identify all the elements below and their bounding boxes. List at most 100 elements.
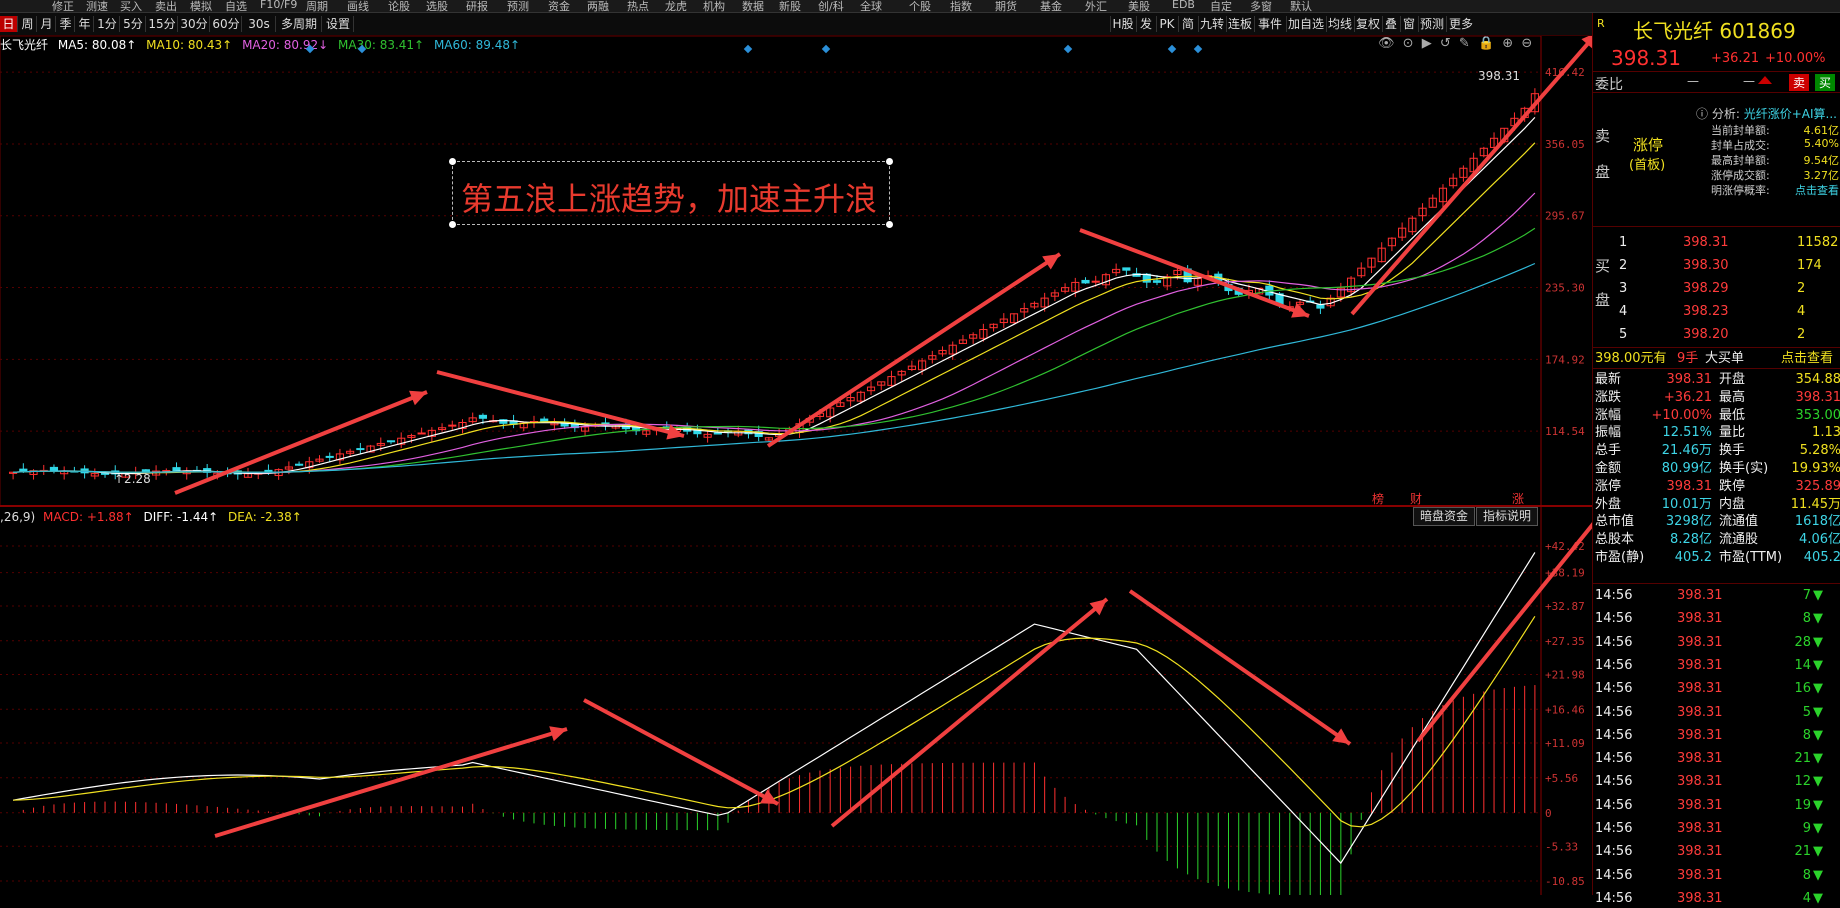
menu-item[interactable]: 外汇 bbox=[1085, 0, 1107, 13]
menu-item[interactable]: 创/科 bbox=[818, 0, 844, 13]
menu-item[interactable]: 基金 bbox=[1040, 0, 1062, 13]
menu-item[interactable]: F10/F9 bbox=[260, 0, 297, 11]
menu-item[interactable]: 期货 bbox=[995, 0, 1017, 13]
bid-row[interactable]: 3398.292 bbox=[1595, 279, 1840, 298]
menu-item[interactable]: 自定 bbox=[1210, 0, 1232, 13]
period-tab[interactable]: 15分 bbox=[147, 16, 178, 32]
limit-stat-row[interactable]: 明涨停概率:点击查看 bbox=[1711, 182, 1839, 198]
toolbar-button[interactable]: 更多 bbox=[1446, 16, 1475, 32]
toolbar-button[interactable]: PK bbox=[1156, 16, 1177, 32]
period-tab[interactable]: 季 bbox=[57, 16, 75, 32]
toolbar-button[interactable]: 加自选 bbox=[1286, 16, 1325, 32]
toolbar-button[interactable]: H股 bbox=[1110, 16, 1135, 32]
period-tab[interactable]: 30分 bbox=[179, 16, 210, 32]
menu-item[interactable]: 买入 bbox=[120, 0, 142, 13]
toolbar-button[interactable]: 窗 bbox=[1400, 16, 1417, 32]
resize-handle[interactable] bbox=[449, 221, 456, 228]
trade-volume: 9 bbox=[1771, 819, 1811, 838]
menu-item[interactable]: 模拟 bbox=[190, 0, 212, 13]
menu-item[interactable]: 周期 bbox=[306, 0, 328, 13]
big-order-link[interactable]: 点击查看 bbox=[1781, 349, 1833, 368]
period-tab[interactable]: 月 bbox=[38, 16, 56, 32]
menu-item[interactable]: 研报 bbox=[466, 0, 488, 13]
resize-handle[interactable] bbox=[886, 221, 893, 228]
bid-row[interactable]: 4398.234 bbox=[1595, 302, 1840, 321]
period-tab[interactable]: 多周期 bbox=[277, 16, 322, 32]
trade-price: 398.31 bbox=[1677, 679, 1723, 698]
menu-item[interactable]: 数据 bbox=[742, 0, 764, 13]
resize-handle[interactable] bbox=[449, 158, 456, 165]
collapse-icon[interactable] bbox=[1758, 76, 1772, 84]
menu-item[interactable]: 热点 bbox=[627, 0, 649, 13]
period-tab[interactable]: 60分 bbox=[211, 16, 242, 32]
menu-item[interactable]: 龙虎 bbox=[665, 0, 687, 13]
bid-row[interactable]: 5398.202 bbox=[1595, 325, 1840, 344]
toolbar-button[interactable]: 复权 bbox=[1354, 16, 1381, 32]
dark-pool-button[interactable]: 暗盘资金 bbox=[1413, 507, 1475, 526]
menu-item[interactable]: EDB bbox=[1172, 0, 1195, 11]
quote-key: 金额 bbox=[1595, 459, 1621, 478]
menu-item[interactable]: 修正 bbox=[52, 0, 74, 13]
toolbar-button[interactable]: 连板 bbox=[1226, 16, 1253, 32]
toolbar-button[interactable]: 均线 bbox=[1326, 16, 1353, 32]
menu-item[interactable]: 画线 bbox=[347, 0, 369, 13]
quote-key: 涨幅 bbox=[1595, 406, 1621, 425]
toolbar-button[interactable]: 简 bbox=[1178, 16, 1197, 32]
period-tab[interactable]: 30s bbox=[243, 16, 276, 32]
bid-volume: 2 bbox=[1797, 325, 1805, 344]
menu-item[interactable]: 测速 bbox=[86, 0, 108, 13]
candle-body bbox=[1123, 268, 1130, 270]
menu-item[interactable]: 美股 bbox=[1128, 0, 1150, 13]
bid-row[interactable]: 2398.30174 bbox=[1595, 256, 1840, 275]
period-tab[interactable]: 5分 bbox=[121, 16, 146, 32]
menu-item[interactable]: 卖出 bbox=[155, 0, 177, 13]
toolbar-button[interactable]: 事件 bbox=[1254, 16, 1285, 32]
diff-line bbox=[13, 552, 1535, 863]
period-tab[interactable]: 1分 bbox=[95, 16, 120, 32]
event-marker-bang[interactable]: 榜 bbox=[1372, 490, 1384, 507]
macd-axis-label: +5.56 bbox=[1545, 772, 1578, 785]
trend-arrow bbox=[768, 254, 1060, 446]
menu-item[interactable]: 论股 bbox=[388, 0, 410, 13]
weibi-row: 委比 — — 卖 买 bbox=[1593, 71, 1840, 93]
price-axis-label: 114.54 bbox=[1545, 425, 1585, 438]
quote-key: 总股本 bbox=[1595, 530, 1634, 549]
menu-item[interactable]: 全球 bbox=[860, 0, 882, 13]
period-tab[interactable]: 设置 bbox=[323, 16, 354, 32]
menu-item[interactable]: 多窗 bbox=[1250, 0, 1272, 13]
trade-time: 14:56 bbox=[1595, 679, 1632, 698]
menu-item[interactable]: 自选 bbox=[225, 0, 247, 13]
menu-item[interactable]: 预测 bbox=[507, 0, 529, 13]
bid-row[interactable]: 1398.3111582 bbox=[1595, 233, 1840, 252]
menu-item[interactable]: 机构 bbox=[703, 0, 725, 13]
quote-key: 换手 bbox=[1719, 441, 1745, 460]
event-marker-cai[interactable]: 财 bbox=[1410, 490, 1422, 507]
toolbar-button[interactable]: 预测 bbox=[1418, 16, 1445, 32]
buy-button[interactable]: 买 bbox=[1815, 74, 1835, 91]
menu-item[interactable]: 选股 bbox=[426, 0, 448, 13]
bid-price: 398.31 bbox=[1683, 233, 1729, 252]
quote-value: 4.06亿 bbox=[1799, 530, 1840, 549]
menu-item[interactable]: 资金 bbox=[548, 0, 570, 13]
toolbar-button[interactable]: 九转 bbox=[1198, 16, 1225, 32]
trade-row: 14:56398.3116▼ bbox=[1593, 679, 1840, 698]
menu-item[interactable]: 两融 bbox=[587, 0, 609, 13]
dea-value: DEA: -2.38↑ bbox=[228, 510, 302, 524]
sell-button[interactable]: 卖 bbox=[1789, 74, 1809, 91]
bid-price: 398.29 bbox=[1683, 279, 1729, 298]
event-marker-zhang[interactable]: 涨 bbox=[1512, 490, 1524, 507]
toolbar-button[interactable]: 叠 bbox=[1382, 16, 1399, 32]
menu-item[interactable]: 新股 bbox=[779, 0, 801, 13]
menu-item[interactable]: 个股 bbox=[909, 0, 931, 13]
toolbar-button[interactable]: 发 bbox=[1136, 16, 1155, 32]
indicator-help-button[interactable]: 指标说明 bbox=[1476, 507, 1538, 526]
menu-item[interactable]: 默认 bbox=[1290, 0, 1312, 13]
period-tab[interactable]: 日 bbox=[0, 16, 18, 32]
analysis-row[interactable]: ⓘ 分析: 光纤涨价+AI算... bbox=[1696, 105, 1837, 122]
quote-row: 总手21.46万换手5.28% bbox=[1593, 441, 1840, 460]
text-annotation[interactable]: 第五浪上涨趋势，加速主升浪 bbox=[452, 161, 890, 225]
menu-item[interactable]: 指数 bbox=[950, 0, 972, 13]
period-tab[interactable]: 周 bbox=[19, 16, 37, 32]
period-tab[interactable]: 年 bbox=[76, 16, 94, 32]
resize-handle[interactable] bbox=[886, 158, 893, 165]
